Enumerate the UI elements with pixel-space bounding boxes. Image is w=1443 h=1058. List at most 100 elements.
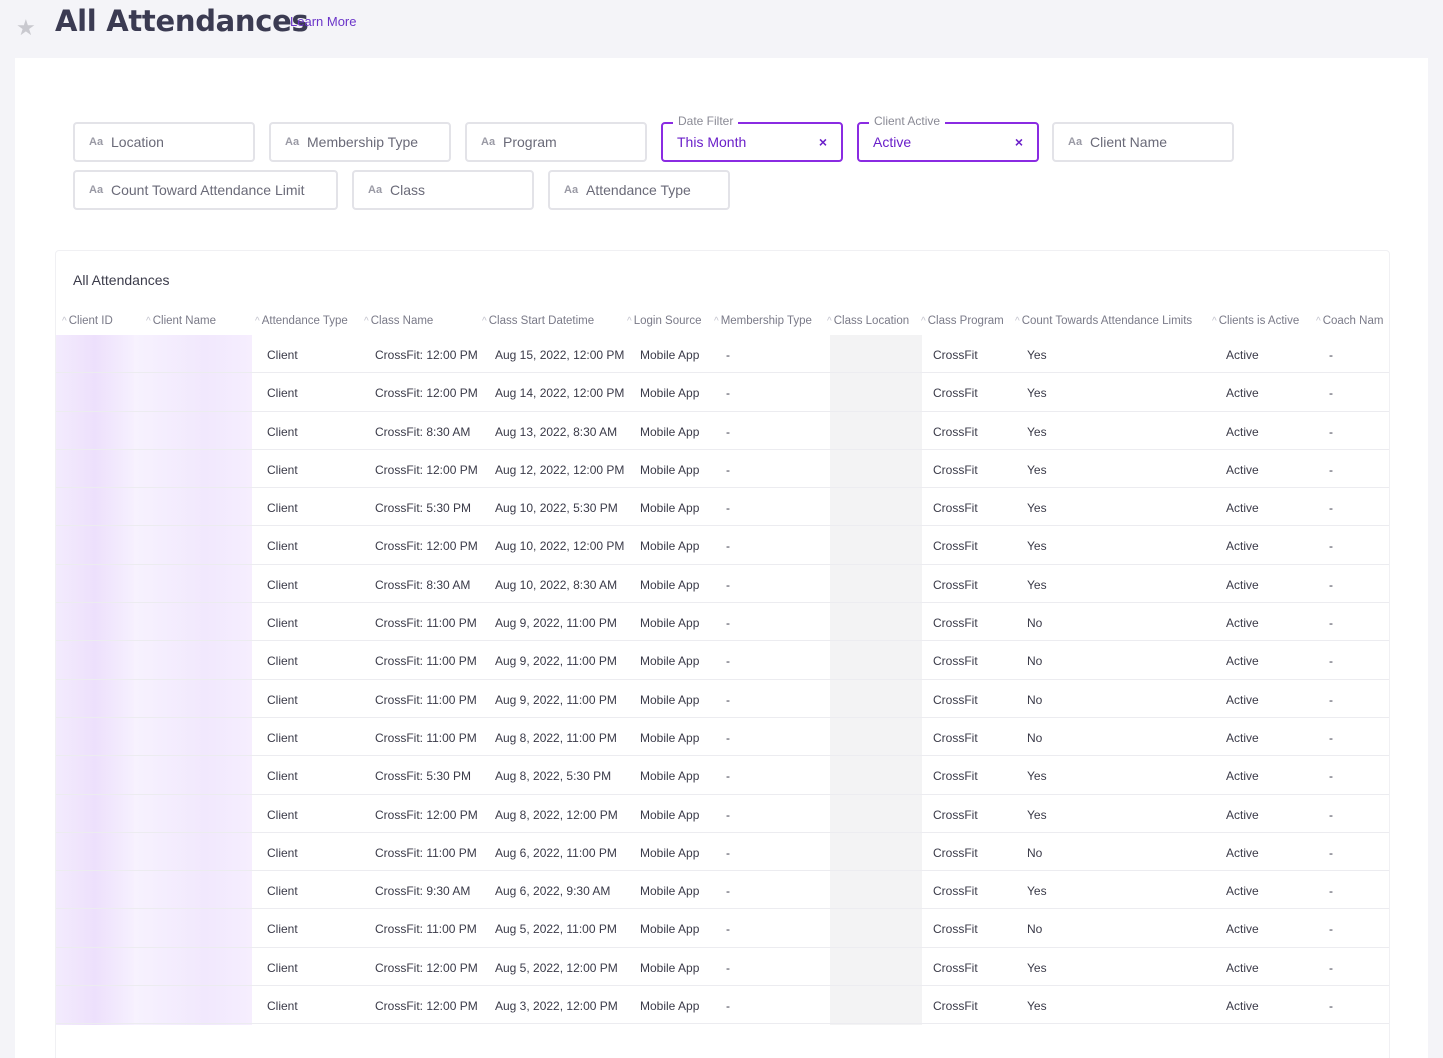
column-header-client-name[interactable]: ^ Client Name (146, 315, 216, 327)
filter-membership-type[interactable]: Aa Membership Type (269, 122, 451, 162)
filter-label: Location (111, 134, 164, 150)
cell-attendance-type: Client (267, 922, 298, 937)
table-row[interactable]: Client CrossFit: 5:30 PM Aug 10, 2022, 5:3… (56, 488, 1389, 527)
cell-class-start: Aug 8, 2022, 5:30 PM (495, 769, 612, 784)
text-type-icon: Aa (564, 184, 579, 196)
filter-client-name[interactable]: Aa Client Name (1052, 122, 1234, 162)
cell-attendance-type: Client (267, 884, 298, 899)
table-row[interactable]: Client CrossFit: 11:00 PM Aug 5, 2022, 11:… (56, 909, 1389, 948)
cell-class-program: CrossFit (933, 922, 978, 937)
cell-class-program: CrossFit (933, 960, 978, 975)
cell-membership-type: - (726, 769, 730, 784)
cell-login-source: Mobile App (640, 960, 700, 975)
cell-client-active: Active (1226, 654, 1259, 669)
cell-count-towards: No (1027, 922, 1043, 937)
cell-login-source: Mobile App (640, 999, 700, 1014)
page-title: All Attendances (55, 4, 309, 38)
table-row[interactable]: Client CrossFit: 12:00 PM Aug 14, 2022, 12… (56, 373, 1389, 412)
cell-membership-type: - (726, 654, 730, 669)
cell-membership-type: - (726, 539, 730, 554)
column-header-class-start[interactable]: ^ Class Start Datetime (482, 315, 594, 327)
cell-coach-name: - (1329, 922, 1333, 937)
cell-coach-name: - (1329, 960, 1333, 975)
filter-class[interactable]: Aa Class (352, 170, 534, 210)
table-header: ^ Client ID ^ Client Name ^ Attendance Type… (56, 311, 1389, 335)
cell-membership-type: - (726, 692, 730, 707)
cell-class-start: Aug 12, 2022, 12:00 PM (495, 462, 625, 477)
filter-client-active[interactable]: Client Active Active × (857, 114, 1039, 162)
cell-class-program: CrossFit (933, 845, 978, 860)
table-row[interactable]: Client CrossFit: 12:00 PM Aug 12, 2022, 12… (56, 450, 1389, 489)
cell-class-name: CrossFit: 12:00 PM (375, 539, 478, 554)
cell-class-name: CrossFit: 12:00 PM (375, 807, 478, 822)
cell-class-name: CrossFit: 11:00 PM (375, 730, 477, 745)
cell-attendance-type: Client (267, 807, 298, 822)
cell-coach-name: - (1329, 386, 1333, 401)
cell-membership-type: - (726, 424, 730, 439)
cell-class-program: CrossFit (933, 807, 978, 822)
filter-program[interactable]: Aa Program (465, 122, 647, 162)
table-row[interactable]: Client CrossFit: 11:00 PM Aug 8, 2022, 11:… (56, 718, 1389, 757)
column-header-class-location[interactable]: ^ Class Location (827, 315, 909, 327)
filter-count-toward[interactable]: Aa Count Toward Attendance Limit (73, 170, 338, 210)
table-row[interactable]: Client CrossFit: 9:30 AM Aug 6, 2022, 9:30… (56, 871, 1389, 910)
table-row[interactable]: Client CrossFit: 12:00 PM Aug 15, 2022, 12… (56, 335, 1389, 374)
cell-class-program: CrossFit (933, 577, 978, 592)
sort-caret-icon: ^ (1316, 316, 1321, 327)
filter-label: Count Toward Attendance Limit (111, 182, 305, 198)
table-row[interactable]: Client CrossFit: 12:00 PM Aug 8, 2022, 12:… (56, 795, 1389, 833)
clear-icon[interactable]: × (1015, 134, 1023, 150)
filter-attendance-type[interactable]: Aa Attendance Type (548, 170, 730, 210)
star-icon[interactable]: ★ (16, 17, 38, 39)
column-header-class-program[interactable]: ^ Class Program (921, 315, 1004, 327)
cell-class-start: Aug 6, 2022, 9:30 AM (495, 884, 611, 899)
cell-client-active: Active (1226, 730, 1259, 745)
filter-label: Class (390, 182, 426, 198)
column-header-count-towards[interactable]: ^ Count Towards Attendance Limits (1015, 315, 1192, 327)
cell-class-start: Aug 6, 2022, 11:00 PM (495, 845, 617, 860)
table-row[interactable]: Client CrossFit: 5:30 PM Aug 8, 2022, 5:30… (56, 756, 1389, 795)
column-header-membership-type[interactable]: ^ Membership Type (714, 315, 812, 327)
cell-class-program: CrossFit (933, 769, 978, 784)
clear-icon[interactable]: × (819, 134, 827, 150)
cell-attendance-type: Client (267, 845, 298, 860)
column-header-class-name[interactable]: ^ Class Name (364, 315, 433, 327)
cell-count-towards: Yes (1027, 577, 1047, 592)
cell-attendance-type: Client (267, 999, 298, 1014)
cell-login-source: Mobile App (640, 462, 700, 477)
cell-class-program: CrossFit (933, 654, 978, 669)
cell-attendance-type: Client (267, 348, 298, 362)
cell-class-start: Aug 15, 2022, 12:00 PM (495, 348, 625, 362)
column-header-login-source[interactable]: ^ Login Source (627, 315, 701, 327)
table-row[interactable]: Client CrossFit: 11:00 PM Aug 9, 2022, 11:… (56, 680, 1389, 718)
table-row[interactable]: Client CrossFit: 12:00 PM Aug 5, 2022, 12:… (56, 948, 1389, 987)
cell-attendance-type: Client (267, 424, 298, 439)
table-row[interactable]: Client CrossFit: 11:00 PM Aug 9, 2022, 11:… (56, 641, 1389, 680)
table-row[interactable]: Client CrossFit: 8:30 AM Aug 13, 2022, 8:3… (56, 412, 1389, 450)
filter-date[interactable]: Date Filter This Month × (661, 114, 843, 162)
table-row[interactable]: Client CrossFit: 11:00 PM Aug 6, 2022, 11:… (56, 833, 1389, 872)
table-row[interactable]: Client CrossFit: 12:00 PM Aug 10, 2022, 12… (56, 526, 1389, 565)
sort-caret-icon: ^ (1015, 316, 1020, 327)
column-header-client-id[interactable]: ^ Client ID (62, 315, 113, 327)
cell-login-source: Mobile App (640, 577, 700, 592)
cell-membership-type: - (726, 922, 730, 937)
table-row[interactable]: Client CrossFit: 8:30 AM Aug 10, 2022, 8:3… (56, 565, 1389, 604)
cell-class-name: CrossFit: 11:00 PM (375, 692, 477, 707)
table-row[interactable]: Client CrossFit: 12:00 PM Aug 3, 2022, 12:… (56, 986, 1389, 1025)
table-row[interactable]: Client CrossFit: 11:00 PM Aug 9, 2022, 11:… (56, 603, 1389, 642)
cell-login-source: Mobile App (640, 730, 700, 745)
cell-class-start: Aug 10, 2022, 12:00 PM (495, 539, 625, 554)
filter-location[interactable]: Aa Location (73, 122, 255, 162)
cell-coach-name: - (1329, 769, 1333, 784)
learn-more-link[interactable]: Learn More (290, 14, 356, 29)
text-type-icon: Aa (368, 184, 383, 196)
column-header-attendance-type[interactable]: ^ Attendance Type (255, 315, 348, 327)
column-header-clients-active[interactable]: ^ Clients is Active (1212, 315, 1299, 327)
cell-client-active: Active (1226, 424, 1259, 439)
cell-login-source: Mobile App (640, 501, 700, 516)
cell-class-program: CrossFit (933, 730, 978, 745)
cell-count-towards: Yes (1027, 386, 1047, 401)
cell-class-start: Aug 5, 2022, 12:00 PM (495, 960, 618, 975)
column-header-coach-name[interactable]: ^ Coach Nam (1316, 315, 1383, 327)
